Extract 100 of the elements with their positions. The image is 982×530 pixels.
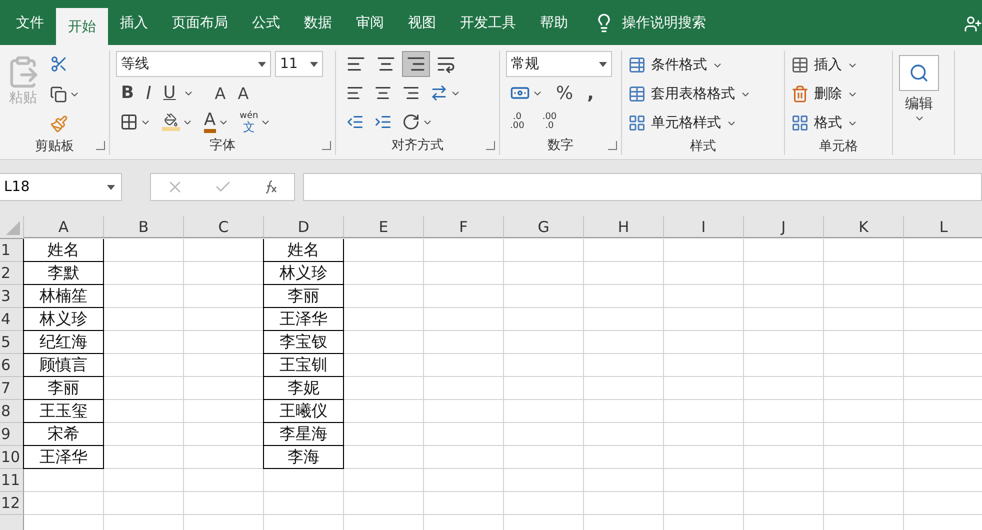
increase-decimal-button[interactable]: .0 .00	[506, 109, 528, 135]
column-header[interactable]: E	[344, 216, 424, 238]
dialog-launcher-icon[interactable]	[608, 141, 617, 150]
table-cell: 林楠笙	[23, 285, 104, 308]
borders-icon[interactable]	[120, 113, 138, 131]
increase-indent-icon[interactable]	[374, 113, 392, 131]
decrease-indent-icon[interactable]	[346, 113, 364, 131]
dialog-launcher-icon[interactable]	[322, 141, 331, 150]
corner-triangle-icon[interactable]	[6, 221, 20, 235]
phonetic-button[interactable]: wén 文	[236, 109, 276, 135]
dropdown-arrow-icon[interactable]	[599, 62, 607, 66]
ribbon-tab[interactable]: 审阅	[344, 4, 396, 41]
conditional-format-icon[interactable]	[628, 56, 646, 74]
share-person-icon[interactable]	[964, 15, 982, 33]
table-cell: 纪红海	[23, 331, 104, 354]
ribbon-tab[interactable]: 文件	[4, 4, 56, 41]
dropdown-arrow-icon[interactable]	[107, 184, 115, 190]
font-color-letter: A	[204, 112, 216, 132]
column-header[interactable]: J	[744, 216, 824, 238]
shrink-font-button[interactable]: A	[232, 80, 254, 106]
table-cell: 王泽华	[263, 308, 344, 331]
vertical-align-button[interactable]	[402, 51, 430, 77]
column-header[interactable]: A	[24, 216, 104, 238]
table-cell: 王曦仪	[263, 400, 344, 423]
column-header[interactable]: F	[424, 216, 504, 238]
group-label: 剪贴板	[35, 138, 74, 155]
bold-button[interactable]: B	[116, 80, 139, 106]
select-all-corner[interactable]	[0, 216, 24, 239]
column-header[interactable]: H	[584, 216, 664, 238]
ribbon-tab[interactable]: 开始	[56, 8, 108, 45]
search-icon[interactable]	[909, 63, 929, 83]
table-cell: 姓名	[263, 239, 344, 262]
ribbon-tab[interactable]: 数据	[292, 4, 344, 41]
ribbon-tab[interactable]: 插入	[108, 4, 160, 41]
table-cell: 王宝钏	[263, 354, 344, 377]
column-header[interactable]: K	[824, 216, 904, 238]
formula-input[interactable]	[303, 173, 982, 201]
column-header[interactable]: I	[664, 216, 744, 238]
rotate-icon[interactable]	[402, 113, 420, 131]
column-header[interactable]: G	[504, 216, 584, 238]
row-header[interactable]: 11	[0, 469, 24, 492]
column-header[interactable]: C	[184, 216, 264, 238]
cells-button[interactable]: 删除	[791, 80, 858, 108]
column-header[interactable]: D	[264, 216, 344, 238]
grow-font-button[interactable]: A	[210, 80, 231, 106]
tell-me-search[interactable]: 操作说明搜索	[622, 14, 706, 32]
dialog-launcher-icon[interactable]	[486, 141, 495, 150]
group-label: 样式	[690, 138, 716, 155]
table-cell: 顾慎言	[23, 354, 104, 377]
ribbon-tab[interactable]: 公式	[240, 4, 292, 41]
align-left-icon[interactable]	[346, 84, 364, 102]
styles-button[interactable]: 条件格式	[628, 51, 751, 79]
scissors-icon[interactable]	[50, 55, 68, 73]
table-icon[interactable]	[628, 85, 646, 103]
styles-button[interactable]: 单元格样式	[628, 109, 751, 137]
column-header[interactable]: B	[104, 216, 184, 238]
group-label: 单元格	[819, 138, 858, 155]
table-cell: 李妮	[263, 377, 344, 400]
italic-button[interactable]: I	[140, 80, 156, 106]
editing-button[interactable]: 编辑	[899, 51, 939, 155]
table-cell: 李宝钗	[263, 331, 344, 354]
dropdown-arrow-icon[interactable]	[310, 62, 318, 66]
table-cell: 李丽	[263, 285, 344, 308]
name-box[interactable]: L18	[0, 173, 122, 201]
paintbrush-icon[interactable]	[50, 115, 68, 133]
align-center-icon[interactable]	[374, 84, 392, 102]
ribbon-tab[interactable]: 视图	[396, 4, 448, 41]
paint-bucket-icon[interactable]	[162, 113, 180, 131]
dialog-launcher-icon[interactable]	[96, 141, 105, 150]
underline-button[interactable]: U	[158, 80, 181, 106]
copy-icon[interactable]	[50, 86, 67, 102]
cell-style-icon[interactable]	[628, 114, 646, 132]
ribbon-tab[interactable]: 开发工具	[448, 4, 528, 41]
table-cell: 姓名	[23, 239, 104, 262]
dropdown-arrow-icon[interactable]	[258, 62, 266, 66]
decrease-decimal-button[interactable]: .00 .0	[538, 109, 561, 135]
format-cells-icon[interactable]	[791, 114, 809, 132]
cells-button[interactable]: 格式	[791, 109, 858, 137]
row-header[interactable]: 12	[0, 492, 24, 515]
comma-button[interactable]: ,	[582, 80, 599, 106]
group-label: 数字	[548, 137, 574, 154]
number-format-field[interactable]: 常规	[506, 51, 612, 77]
ribbon-tab[interactable]: 页面布局	[160, 4, 240, 41]
styles-button[interactable]: 套用表格格式	[628, 80, 751, 108]
table-cell: 宋希	[23, 423, 104, 446]
table-cell: 李海	[263, 446, 344, 469]
font-color-button[interactable]: A	[200, 109, 233, 135]
table-cell: 李星海	[263, 423, 344, 446]
phonetic-label: wén 文	[240, 112, 258, 132]
table-cell: 王泽华	[23, 446, 104, 469]
cells-button[interactable]: 插入	[791, 51, 858, 79]
delete-icon[interactable]	[791, 85, 809, 103]
insert-cells-icon[interactable]	[791, 56, 809, 74]
font-size-field[interactable]: 11	[275, 51, 323, 77]
percent-button[interactable]: %	[551, 80, 578, 106]
font-name-field[interactable]: 等线	[116, 51, 271, 77]
align-right-icon[interactable]	[402, 84, 420, 102]
merge-arrows-icon[interactable]	[430, 84, 448, 102]
table-cell: 王玉玺	[23, 400, 104, 423]
ribbon-tab[interactable]: 帮助	[528, 4, 580, 41]
